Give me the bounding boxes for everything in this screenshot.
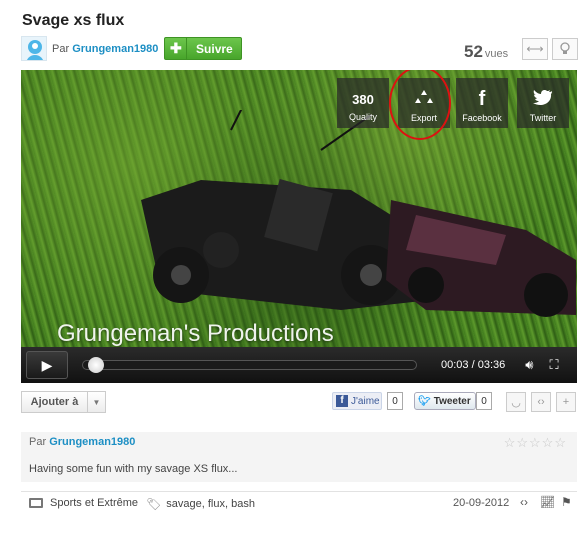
twitter-bird-icon: 🐦︎ xyxy=(418,395,431,407)
facebook-icon: f xyxy=(336,395,348,407)
facebook-label: Facebook xyxy=(462,113,502,123)
video-player[interactable]: Grungeman's Productions 380 Quality Expo… xyxy=(21,70,577,383)
tag[interactable]: bash xyxy=(231,498,255,510)
facebook-share-button[interactable]: f Facebook xyxy=(456,78,508,128)
facebook-icon: f xyxy=(478,88,486,110)
bookmark-icon[interactable]: ◡ xyxy=(506,392,526,412)
lightbulb-icon[interactable] xyxy=(552,38,578,60)
tag-list: 🏷︎ savage, flux, bash xyxy=(146,497,255,511)
tweet-button[interactable]: 🐦︎ Tweeter xyxy=(414,392,476,410)
quality-button[interactable]: 380 Quality xyxy=(337,78,389,128)
tweet-label: Tweeter xyxy=(433,395,471,407)
add-to-label: Ajouter à xyxy=(30,396,79,408)
category[interactable]: Sports et Extrême xyxy=(29,497,138,509)
video-watermark: Grungeman's Productions xyxy=(57,320,334,347)
time-display: 00:03 / 03:36 xyxy=(441,359,506,371)
play-icon[interactable]: ▶ xyxy=(26,351,68,379)
progress-bar[interactable] xyxy=(82,357,417,373)
facebook-like-button[interactable]: f J'aime xyxy=(332,392,382,410)
plus-icon[interactable]: + xyxy=(556,392,576,412)
progress-knob[interactable] xyxy=(87,357,104,373)
chevron-down-icon[interactable]: ▼ xyxy=(87,392,105,412)
tv-icon xyxy=(29,498,43,508)
embed-icon[interactable]: ‹› xyxy=(531,392,551,412)
description-box: Par Grungeman1980 ☆☆☆☆☆ Having some fun … xyxy=(21,432,577,482)
flag-icon[interactable]: ⚑ xyxy=(561,495,572,509)
tag[interactable]: savage xyxy=(166,498,201,510)
player-controls: ▶ 00:03 / 03:36 🔊︎ ⛶ xyxy=(21,347,577,383)
twitter-label: Twitter xyxy=(529,113,557,123)
view-count: 52 vues xyxy=(464,42,508,62)
description-text: Having some fun with my savage XS flux..… xyxy=(29,463,238,475)
time-total: 03:36 xyxy=(477,359,506,371)
views-label: vues xyxy=(484,48,509,60)
embed-icon[interactable]: ‹› xyxy=(520,495,528,509)
quality-label: Quality xyxy=(348,112,377,122)
tag[interactable]: flux xyxy=(208,498,225,510)
tweet-count: 0 xyxy=(476,392,492,410)
twitter-icon xyxy=(517,89,569,109)
rc-truck-image xyxy=(386,200,576,317)
author-link[interactable]: Grungeman1980 xyxy=(72,43,158,55)
action-bar: Ajouter à ▼ f J'aime 0 🐦︎ Tweeter 0 ◡ ‹›… xyxy=(21,391,577,415)
tag-icon: 🏷︎ xyxy=(146,497,162,511)
byline-text: Par Grungeman1980 xyxy=(52,43,158,55)
twitter-share-button[interactable]: Twitter xyxy=(517,78,569,128)
quality-value: 380 xyxy=(352,92,374,107)
like-count: 0 xyxy=(387,392,403,410)
publish-date: 20-09-2012 xyxy=(453,497,510,509)
plus-icon: ✚ xyxy=(165,38,188,59)
rating-stars[interactable]: ☆☆☆☆☆ xyxy=(504,435,567,451)
video-meta: Sports et Extrême 🏷︎ savage, flux, bash … xyxy=(21,491,577,513)
author-byline: Par Grungeman1980 ✚ Suivre xyxy=(21,36,243,61)
by-prefix: Par xyxy=(52,42,70,55)
expand-icon[interactable]: ⟷ xyxy=(522,38,548,60)
fullscreen-icon[interactable]: ⛶ xyxy=(549,357,558,373)
views-number: 52 xyxy=(464,42,483,61)
volume-icon[interactable]: 🔊︎ xyxy=(525,357,533,373)
desc-by-prefix: Par xyxy=(29,436,47,448)
like-label: J'aime xyxy=(351,395,380,407)
category-label[interactable]: Sports et Extrême xyxy=(50,497,138,509)
stats-icon[interactable]: 📈︎ xyxy=(540,495,555,509)
follow-label: Suivre xyxy=(196,41,233,56)
follow-button[interactable]: ✚ Suivre xyxy=(164,37,243,60)
time-current: 00:03 xyxy=(441,359,469,371)
description-byline: Par Grungeman1980 xyxy=(29,436,135,448)
author-avatar[interactable] xyxy=(21,36,47,61)
add-to-button[interactable]: Ajouter à ▼ xyxy=(21,391,106,413)
video-title: Svage xs flux xyxy=(22,12,125,29)
desc-author-link[interactable]: Grungeman1980 xyxy=(49,436,135,448)
